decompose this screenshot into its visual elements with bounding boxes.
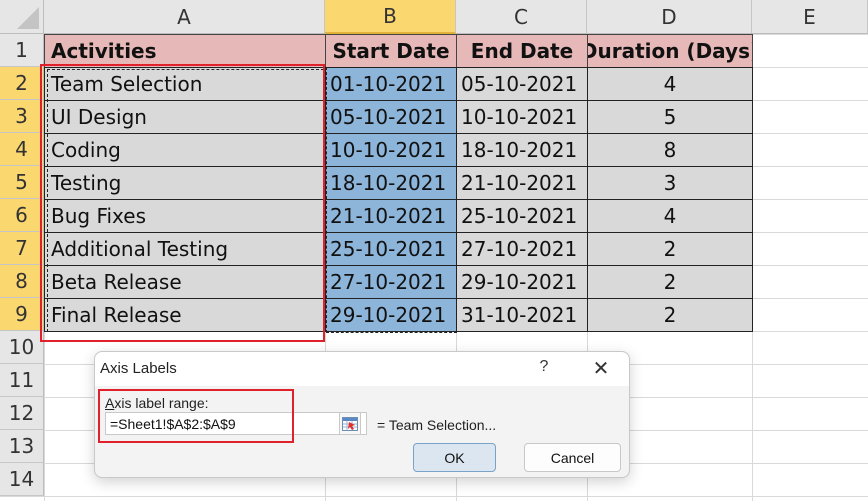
start-cell[interactable]: 25-10-2021 (325, 232, 457, 266)
end-cell[interactable]: 25-10-2021 (456, 199, 588, 233)
row-header-11[interactable]: 11 (0, 364, 44, 397)
help-button[interactable]: ? (535, 358, 553, 376)
row-header-1[interactable]: 1 (0, 34, 44, 67)
end-cell[interactable]: 27-10-2021 (456, 232, 588, 266)
duration-cell[interactable]: 4 (587, 199, 753, 233)
activity-cell[interactable]: Testing (44, 166, 326, 200)
activity-cell[interactable]: Beta Release (44, 265, 326, 299)
end-cell[interactable]: 21-10-2021 (456, 166, 588, 200)
activity-cell[interactable]: Additional Testing (44, 232, 326, 266)
cancel-button[interactable]: Cancel (524, 443, 621, 472)
column-header-a[interactable]: A (44, 0, 325, 34)
close-button[interactable]: ✕ (591, 356, 611, 381)
range-preview: = Team Selection... (377, 417, 497, 433)
row-header-9[interactable]: 9 (0, 298, 44, 331)
axis-labels-dialog: Axis Labels ? ✕ Axis label range: = Team… (94, 351, 630, 478)
column-header-c[interactable]: C (456, 0, 587, 34)
activity-cell[interactable]: UI Design (44, 100, 326, 134)
start-cell[interactable]: 27-10-2021 (325, 265, 457, 299)
dialog-title: Axis Labels (100, 360, 177, 377)
axis-label-range-input[interactable] (105, 412, 337, 435)
row-header-8[interactable]: 8 (0, 265, 44, 298)
accelerator-key: A (105, 395, 115, 411)
axis-label-range-label: Axis label range: (105, 395, 209, 411)
duration-cell[interactable]: 3 (587, 166, 753, 200)
activity-cell[interactable]: Final Release (44, 298, 326, 332)
row-header-2[interactable]: 2 (0, 67, 44, 100)
row-header-14[interactable]: 14 (0, 463, 44, 496)
start-cell[interactable]: 29-10-2021 (325, 298, 457, 332)
row-header-5[interactable]: 5 (0, 166, 44, 199)
gridline (0, 496, 868, 497)
end-cell[interactable]: 10-10-2021 (456, 100, 588, 134)
select-all-icon (17, 7, 39, 29)
row-header-10[interactable]: 10 (0, 331, 44, 364)
end-date-header[interactable]: End Date (456, 34, 588, 68)
duration-cell[interactable]: 2 (587, 298, 753, 332)
row-header-3[interactable]: 3 (0, 100, 44, 133)
duration-header[interactable]: Duration (Days) (587, 34, 753, 68)
row-header-12[interactable]: 12 (0, 397, 44, 430)
start-cell[interactable]: 01-10-2021 (325, 67, 457, 101)
end-cell[interactable]: 29-10-2021 (456, 265, 588, 299)
end-cell[interactable]: 05-10-2021 (456, 67, 588, 101)
start-cell[interactable]: 10-10-2021 (325, 133, 457, 167)
duration-cell[interactable]: 4 (587, 67, 753, 101)
row-header-4[interactable]: 4 (0, 133, 44, 166)
activities-header[interactable]: Activities (44, 34, 326, 68)
activity-cell[interactable]: Team Selection (44, 67, 326, 101)
start-date-header[interactable]: Start Date (325, 34, 457, 68)
end-cell[interactable]: 18-10-2021 (456, 133, 588, 167)
column-header-e[interactable]: E (752, 0, 868, 34)
ok-button[interactable]: OK (413, 443, 496, 472)
column-header-d[interactable]: D (587, 0, 752, 34)
activity-cell[interactable]: Bug Fixes (44, 199, 326, 233)
row-header-13[interactable]: 13 (0, 430, 44, 463)
duration-cell[interactable]: 5 (587, 100, 753, 134)
duration-cell[interactable]: 2 (587, 265, 753, 299)
label-text: xis label range: (114, 395, 209, 411)
dialog-titlebar: Axis Labels ? ✕ (95, 352, 629, 386)
collapse-dialog-button[interactable] (339, 412, 361, 435)
start-cell[interactable]: 18-10-2021 (325, 166, 457, 200)
end-cell[interactable]: 31-10-2021 (456, 298, 588, 332)
row-header-6[interactable]: 6 (0, 199, 44, 232)
collapse-dialog-icon (342, 416, 358, 431)
start-cell[interactable]: 21-10-2021 (325, 199, 457, 233)
duration-cell[interactable]: 8 (587, 133, 753, 167)
row-header-7[interactable]: 7 (0, 232, 44, 265)
start-cell[interactable]: 05-10-2021 (325, 100, 457, 134)
column-header-b[interactable]: B (325, 0, 456, 34)
activity-cell[interactable]: Coding (44, 133, 326, 167)
duration-cell[interactable]: 2 (587, 232, 753, 266)
select-all-corner[interactable] (0, 0, 44, 34)
